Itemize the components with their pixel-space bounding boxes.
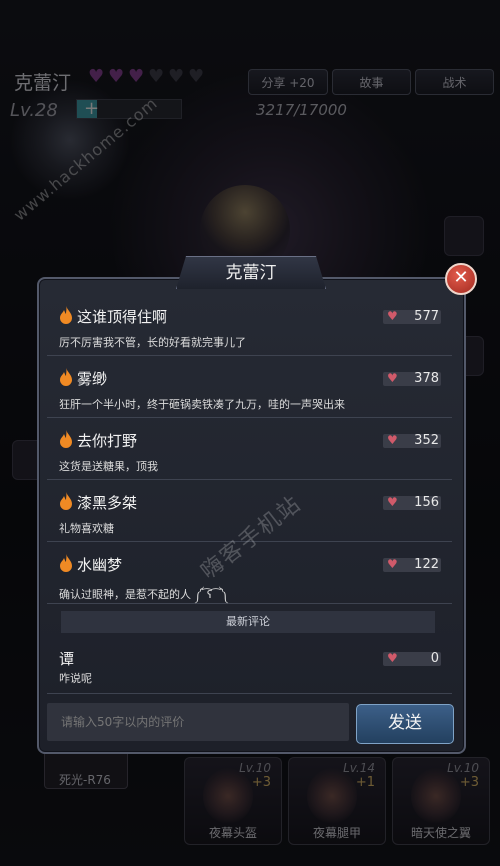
like-count: 378 xyxy=(414,371,439,386)
like-count: 156 xyxy=(414,495,439,510)
comment-text: 厉不厉害我不管，长的好看就完事儿了 xyxy=(59,336,246,349)
comment-text: 这货是送糖果，顶我 xyxy=(59,460,158,473)
like-counter[interactable]: ♥ 122 xyxy=(383,557,441,572)
heart-icon: ♥ xyxy=(387,651,398,665)
comment-text: 狂肝一个半小时，终于砸锅卖铁凑了九万，哇的一声哭出来 xyxy=(59,398,345,411)
comment-user: 去你打野 xyxy=(77,432,138,450)
comment-item: 这谁顶得住啊 ♥ 577 厉不厉害我不管，长的好看就完事儿了 xyxy=(47,294,452,356)
heart-icon: ♥ xyxy=(387,309,398,323)
like-count: 0 xyxy=(430,651,439,666)
comment-user: 谭 xyxy=(59,650,75,668)
like-counter[interactable]: ♥ 0 xyxy=(383,651,441,666)
flame-icon xyxy=(60,554,72,572)
heart-icon: ♥ xyxy=(387,371,398,385)
like-counter[interactable]: ♥ 577 xyxy=(383,309,441,324)
comment-user: 雾缈 xyxy=(77,370,108,388)
flame-icon xyxy=(60,492,72,510)
comment-text: 确认过眼神，是惹不起的人 ༼ ͡ʕ ͡ ༽ xyxy=(59,588,228,601)
latest-comments-header: 最新评论 xyxy=(61,611,435,633)
like-counter[interactable]: ♥ 352 xyxy=(383,433,441,448)
comment-user: 水幽梦 xyxy=(77,556,123,574)
comment-text: 咋说呢 xyxy=(59,672,92,685)
comment-user: 这谁顶得住啊 xyxy=(77,308,168,326)
like-count: 352 xyxy=(414,433,439,448)
hot-comments-list: 这谁顶得住啊 ♥ 577 厉不厉害我不管，长的好看就完事儿了 雾缈 ♥ 378 狂肝… xyxy=(47,294,452,604)
flame-icon xyxy=(60,430,72,448)
send-button[interactable]: 发送 xyxy=(356,704,454,744)
comment-item: 去你打野 ♥ 352 这货是送糖果，顶我 xyxy=(47,418,452,480)
like-counter[interactable]: ♥ 378 xyxy=(383,371,441,386)
comment-item: 雾缈 ♥ 378 狂肝一个半小时，终于砸锅卖铁凑了九万，哇的一声哭出来 xyxy=(47,356,452,418)
heart-icon: ♥ xyxy=(387,557,398,571)
like-counter[interactable]: ♥ 156 xyxy=(383,495,441,510)
like-count: 577 xyxy=(414,309,439,324)
flame-icon xyxy=(60,368,72,386)
dialog-title: 克蕾汀 xyxy=(176,256,326,289)
comment-input[interactable] xyxy=(47,703,349,741)
latest-comments-list: 谭 ♥ 0 咋说呢 xyxy=(47,636,452,694)
close-icon[interactable]: ✕ xyxy=(445,263,477,295)
like-count: 122 xyxy=(414,557,439,572)
comment-user: 漆黑多桀 xyxy=(77,494,138,512)
comment-text: 礼物喜欢糖 xyxy=(59,522,114,535)
comment-item: 谭 ♥ 0 咋说呢 xyxy=(47,636,452,694)
flame-icon xyxy=(60,306,72,324)
heart-icon: ♥ xyxy=(387,433,398,447)
heart-icon: ♥ xyxy=(387,495,398,509)
